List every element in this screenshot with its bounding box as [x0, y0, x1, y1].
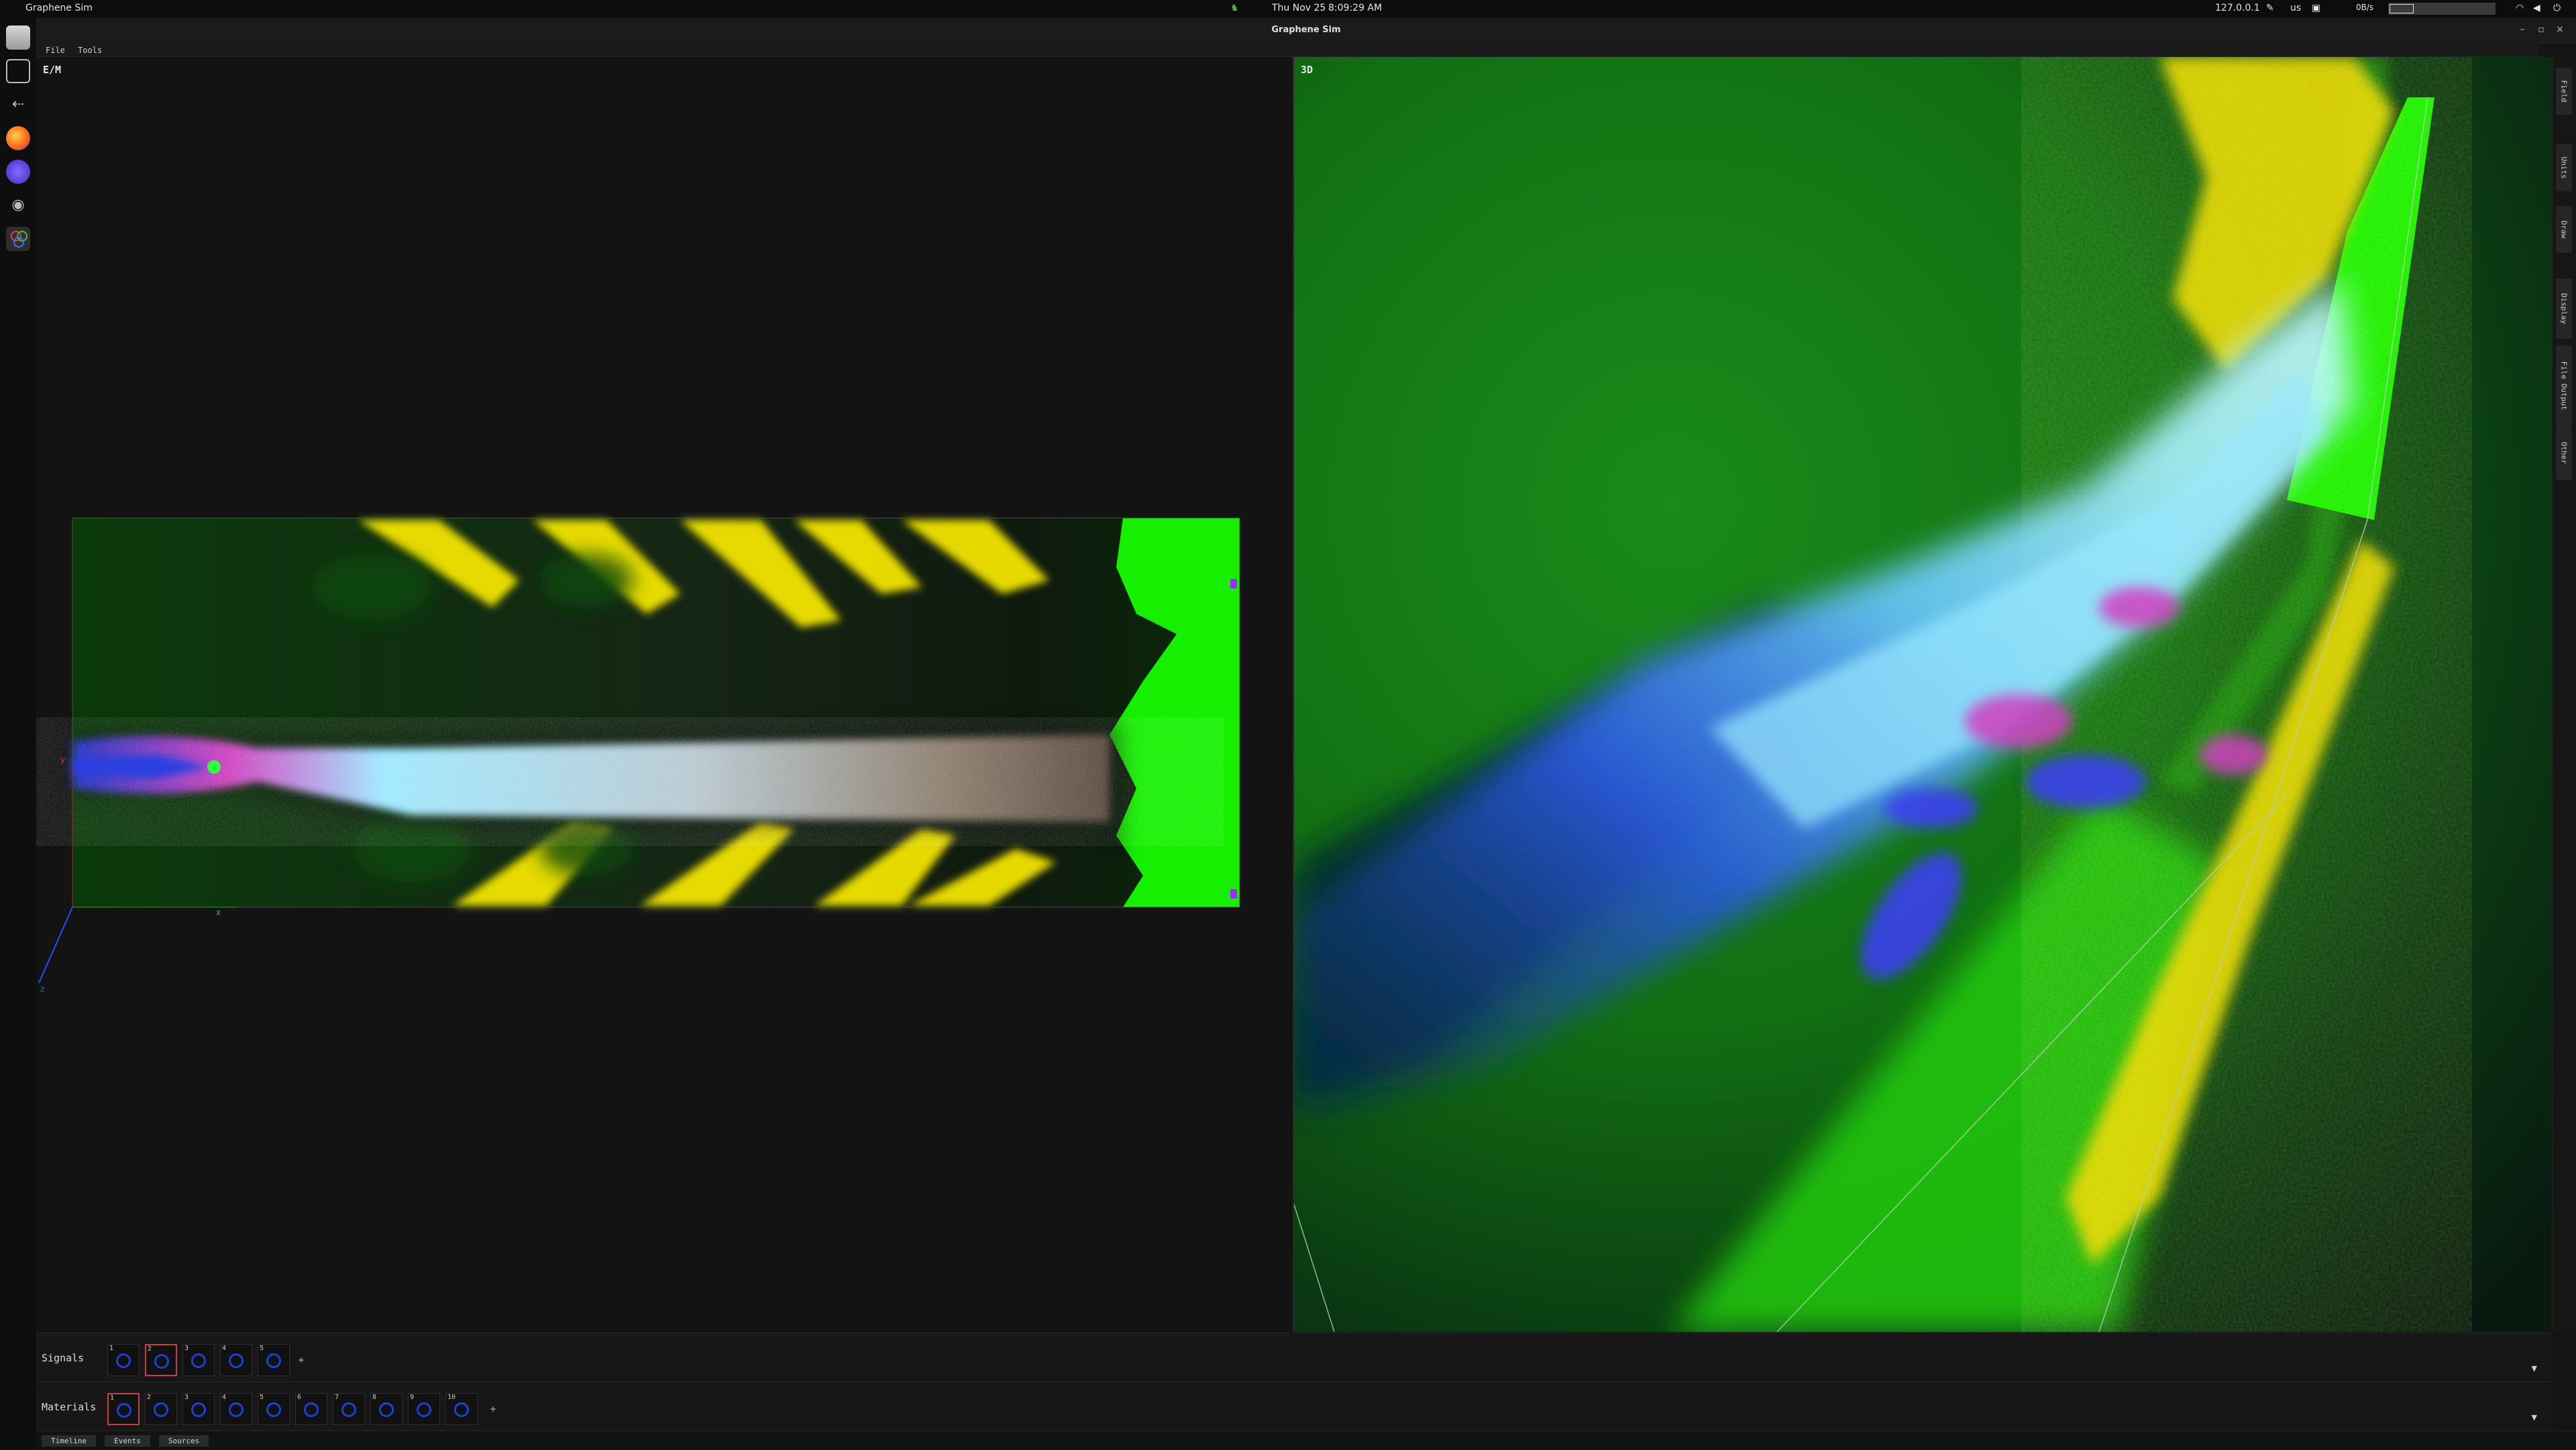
materials-strip: Materials 1 2 3 4 5 6 7 8 9 10 + ▼ [36, 1382, 2552, 1431]
keyboard-layout[interactable]: us [2290, 3, 2301, 13]
axis-z-label: z [40, 984, 45, 994]
signal-ring-icon [191, 1353, 206, 1368]
axis-x-label: x [216, 908, 221, 917]
signal-ring-icon [266, 1353, 281, 1368]
window-title-bar[interactable]: Graphene Sim – ▫ × [36, 17, 2576, 44]
3d-view-label: 3D [1301, 64, 1313, 76]
volume-icon[interactable]: ◀ [2533, 3, 2540, 13]
window-title: Graphene Sim [1271, 25, 1341, 35]
material-slot-6[interactable]: 6 [295, 1393, 327, 1425]
material-ring-icon [154, 1402, 168, 1417]
menu-tools[interactable]: Tools [78, 46, 102, 55]
close-icon[interactable]: × [2555, 24, 2565, 35]
signals-label: Signals [42, 1352, 85, 1364]
tab-sources[interactable]: Sources [158, 1435, 209, 1447]
tab-units[interactable]: Units [2556, 144, 2572, 191]
tab-draw[interactable]: Draw [2556, 206, 2572, 253]
signal-ring-icon [154, 1354, 169, 1369]
notes-icon[interactable]: ✎ [2266, 3, 2274, 13]
material-slot-10[interactable]: 10 [445, 1393, 478, 1425]
material-slot-1[interactable]: 1 [107, 1393, 140, 1425]
workspace-switcher[interactable] [2388, 3, 2496, 15]
materials-label: Materials [42, 1401, 97, 1413]
tab-file-output[interactable]: File Output [2556, 346, 2572, 426]
right-side-tabs: Field Units Draw Display File Output Oth… [2552, 57, 2576, 1332]
tab-other[interactable]: Other [2556, 426, 2572, 480]
power-icon[interactable]: ⏻ [2553, 3, 2561, 13]
material-ring-icon [229, 1402, 244, 1417]
signal-ring-icon [116, 1353, 131, 1368]
signal-slot-5[interactable]: 5 [258, 1344, 290, 1376]
arrow-icon[interactable]: ⇠ [6, 93, 30, 117]
bottom-tabs-bar: Timeline Events Sources [36, 1431, 2576, 1450]
workspace-active[interactable] [2390, 4, 2414, 13]
firefox-icon[interactable] [6, 126, 30, 150]
material-ring-icon [266, 1402, 281, 1417]
material-ring-icon [379, 1402, 394, 1417]
signal-slot-3[interactable]: 3 [182, 1344, 215, 1376]
tab-timeline[interactable]: Timeline [42, 1435, 96, 1447]
3d-field-render[interactable] [1294, 57, 2553, 1332]
files-icon[interactable] [6, 25, 30, 50]
signal-ring-icon [229, 1353, 244, 1368]
graphene-icon[interactable] [6, 227, 30, 251]
app-icon[interactable] [6, 160, 30, 184]
material-slot-5[interactable]: 5 [258, 1393, 290, 1425]
add-signal-button[interactable]: + [298, 1356, 306, 1364]
signal-slot-1[interactable]: 1 [107, 1344, 140, 1376]
3d-view-panel[interactable]: 3D [1293, 57, 2553, 1332]
eye-icon[interactable]: ◉ [6, 193, 30, 217]
wifi-icon[interactable]: ◠ [2516, 3, 2524, 13]
screenshot-icon[interactable]: ▣ [2312, 3, 2320, 13]
date-label[interactable]: Thu Nov 25 [1272, 3, 1326, 13]
tab-display[interactable]: Display [2556, 278, 2572, 339]
material-slot-9[interactable]: 9 [408, 1393, 440, 1425]
material-slot-8[interactable]: 8 [370, 1393, 402, 1425]
time-label[interactable]: 8:09:29 AM [1328, 3, 1382, 13]
signal-slot-2[interactable]: 2 [145, 1344, 177, 1376]
signals-strip: Signals 1 2 3 4 5 + ▼ [36, 1333, 2552, 1382]
active-app-name[interactable]: Graphene Sim [25, 3, 93, 13]
material-ring-icon [304, 1402, 319, 1417]
dock: ⇠ ◉ [0, 17, 37, 1449]
menu-file[interactable]: File [46, 46, 65, 55]
sim-panel-icon[interactable] [6, 59, 30, 83]
em-field-plot[interactable] [36, 57, 1292, 1332]
tray-app-icon[interactable]: ♞ [1230, 3, 1239, 13]
material-ring-icon [341, 1402, 356, 1417]
minimize-icon[interactable]: – [2517, 24, 2528, 35]
tab-events[interactable]: Events [105, 1435, 150, 1447]
material-slot-2[interactable]: 2 [145, 1393, 177, 1425]
add-material-button[interactable]: + [490, 1405, 498, 1413]
material-slot-4[interactable]: 4 [220, 1393, 252, 1425]
em-view-panel[interactable]: E/M x y z [36, 57, 1292, 1332]
system-top-bar: Graphene Sim ♞ Thu Nov 25 8:09:29 AM 127… [0, 0, 2576, 17]
material-slot-3[interactable]: 3 [182, 1393, 215, 1425]
material-slot-7[interactable]: 7 [333, 1393, 365, 1425]
signals-collapse-icon[interactable]: ▼ [2532, 1364, 2537, 1373]
material-ring-icon [454, 1402, 469, 1417]
material-ring-icon [417, 1402, 431, 1417]
maximize-icon[interactable]: ▫ [2536, 24, 2546, 35]
tab-field[interactable]: Field [2556, 68, 2572, 115]
signal-slot-4[interactable]: 4 [220, 1344, 252, 1376]
material-ring-icon [191, 1402, 206, 1417]
ip-address[interactable]: 127.0.0.1 [2215, 3, 2260, 13]
axis-y-label: y [60, 755, 66, 764]
material-ring-icon [117, 1403, 131, 1418]
menu-bar: File Tools [36, 43, 2538, 57]
net-speed: 0B/s [2356, 3, 2374, 12]
materials-collapse-icon[interactable]: ▼ [2532, 1413, 2537, 1422]
